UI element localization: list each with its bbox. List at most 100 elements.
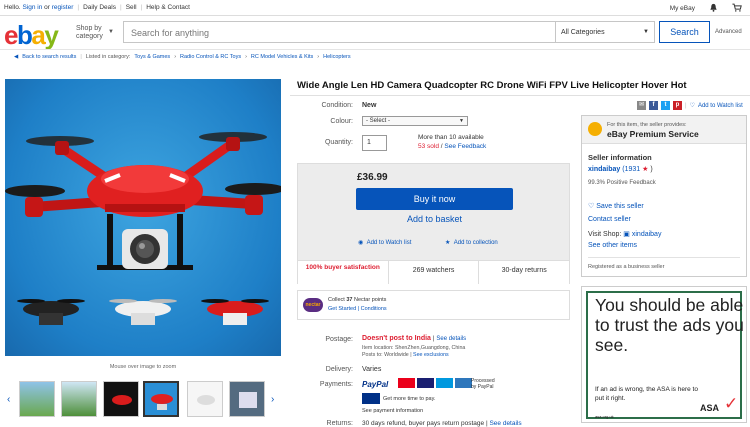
breadcrumb-item[interactable]: Radio Control & RC Toys: [180, 54, 241, 60]
divider: |: [80, 54, 82, 60]
quantity-input[interactable]: 1: [362, 135, 387, 151]
thumbnail[interactable]: [19, 381, 55, 417]
breadcrumb-item[interactable]: RC Model Vehicles & Kits: [251, 54, 313, 60]
add-to-collection-link[interactable]: ★ Add to collection: [445, 239, 498, 246]
availability-text: More than 10 available: [418, 134, 484, 141]
back-arrow-icon[interactable]: ◀: [14, 54, 18, 60]
returns-policy: 30-day returns: [501, 267, 547, 274]
contact-seller-link[interactable]: Contact seller: [588, 216, 631, 223]
save-seller-row[interactable]: ♡ Save this seller: [588, 202, 644, 210]
daily-deals-link[interactable]: Daily Deals: [83, 4, 116, 11]
sign-in-link[interactable]: Sign in: [22, 4, 42, 11]
thumbnail-strip: ‹ ›: [5, 378, 281, 427]
star-icon: ★: [642, 166, 649, 173]
search-input[interactable]: Search for anything: [123, 21, 556, 43]
chevron-right-icon[interactable]: ›: [271, 394, 274, 405]
twitter-icon[interactable]: t: [661, 101, 670, 110]
back-to-search-link[interactable]: Back to search results: [22, 54, 76, 60]
divider: |: [119, 4, 122, 11]
asa-advert[interactable]: You should be able to trust the ads you …: [581, 286, 747, 423]
shop-icon: ▣: [623, 231, 630, 238]
feedback-score[interactable]: 1931: [625, 166, 641, 173]
advanced-search-link[interactable]: Advanced: [715, 29, 742, 35]
item-location: Item location: ShenZhen,Guangdong, China: [362, 345, 466, 351]
facebook-icon[interactable]: f: [649, 101, 658, 110]
paypal-credit-icon: [362, 393, 380, 404]
star-icon: ★: [445, 240, 451, 246]
credit-text: Get more time to pay.: [383, 396, 436, 402]
buyer-satisfaction: 100% buyer satisfaction: [298, 261, 389, 284]
premium-subtitle: For this item, the seller provides:: [607, 122, 687, 128]
ebay-logo[interactable]: ebay: [4, 20, 59, 51]
see-exclusions-link[interactable]: See exclusions: [413, 352, 449, 358]
add-to-watch-list-link[interactable]: ◉ Add to Watch list: [358, 239, 411, 246]
condition-value: New: [362, 102, 377, 109]
cart-icon[interactable]: [732, 3, 742, 14]
buy-it-now-button[interactable]: Buy it now: [356, 188, 513, 210]
posts-to-row: Posts to: Worldwide | See exclusions: [362, 352, 449, 358]
shop-name-link[interactable]: xindaibay: [632, 231, 662, 238]
postage-details-link[interactable]: See details: [436, 336, 466, 342]
maestro-icon: [436, 378, 453, 388]
checkmark-icon: ✓: [724, 394, 739, 413]
thumbnail-selected[interactable]: [143, 381, 179, 417]
bell-icon[interactable]: [709, 3, 718, 14]
thumbnail[interactable]: [187, 381, 223, 417]
heart-icon[interactable]: ♡: [690, 102, 695, 109]
thumbnail[interactable]: [61, 381, 97, 417]
main-product-image[interactable]: [5, 79, 281, 356]
help-contact-link[interactable]: Help & Contact: [146, 4, 190, 11]
seller-info-title: Seller information: [588, 153, 652, 162]
condition-label: Condition:: [321, 102, 353, 109]
listing-title: Wide Angle Len HD Camera Quadcopter RC D…: [297, 80, 687, 91]
breadcrumb-item[interactable]: Toys & Games: [134, 54, 170, 60]
sold-row: 53 sold / See Feedback: [418, 143, 487, 150]
heart-icon: ♡: [588, 203, 595, 210]
pinterest-icon[interactable]: p: [673, 101, 682, 110]
nectar-logo: nectar: [303, 298, 323, 312]
card-logos: [398, 378, 472, 388]
divider: |: [685, 102, 687, 109]
chevron-left-icon[interactable]: ‹: [7, 394, 10, 405]
see-other-items-link[interactable]: See other items: [588, 242, 637, 249]
title-divider: [290, 95, 750, 96]
breadcrumb-item[interactable]: Helicopters: [323, 54, 351, 60]
search-button[interactable]: Search: [659, 21, 710, 43]
add-to-watch-list-label: Add to Watch list: [366, 240, 412, 246]
watch-list-link[interactable]: Add to Watch list: [698, 103, 743, 109]
see-feedback-link[interactable]: See Feedback: [444, 143, 486, 150]
zoom-hint: Mouse over image to zoom: [109, 364, 177, 370]
add-to-basket-button[interactable]: Add to basket: [356, 214, 513, 228]
paypal-logo: PayPal: [362, 380, 389, 389]
header: ebay Shop by category ▼ Search for anyth…: [0, 17, 750, 51]
thumbnail[interactable]: [103, 381, 139, 417]
email-icon[interactable]: ✉: [637, 101, 646, 110]
get-started-link[interactable]: Get Started: [328, 306, 356, 312]
posts-to-text: Posts to: Worldwide: [362, 352, 409, 358]
returns-text: 30 days refund, buyer pays return postag…: [362, 420, 488, 427]
share-bar: ✉ f t p | ♡ Add to Watch list: [637, 101, 743, 110]
payment-info-link[interactable]: See payment information: [362, 408, 423, 414]
ad-body: If an ad is wrong, the ASA is here to pu…: [595, 386, 698, 402]
business-seller-note: Registered as a business seller: [588, 264, 665, 270]
register-link[interactable]: register: [52, 4, 74, 11]
seller-name-link[interactable]: xindaibay: [588, 166, 620, 173]
conditions-link[interactable]: Conditions: [361, 306, 387, 312]
visit-shop-row: Visit Shop: ▣ xindaibay: [588, 230, 661, 238]
ad-frame: You should be able to trust the ads you …: [586, 291, 744, 419]
thumbnail[interactable]: [229, 381, 265, 417]
colour-label: Colour:: [330, 118, 353, 125]
visa-icon: [417, 378, 434, 388]
seller-box: For this item, the seller provides: eBay…: [581, 115, 747, 277]
drone-image: [5, 132, 281, 325]
shop-by-category[interactable]: Shop by category ▼: [76, 25, 114, 41]
colour-select[interactable]: - Select - ▼: [362, 116, 468, 126]
save-seller-link[interactable]: Save this seller: [596, 203, 643, 210]
sell-link[interactable]: Sell: [126, 4, 137, 11]
premium-service-banner: For this item, the seller provides: eBay…: [582, 116, 746, 144]
amex-icon: [455, 378, 472, 388]
see-other-items-label: See other items: [588, 242, 638, 249]
my-ebay-link[interactable]: My eBay: [670, 5, 695, 12]
category-select[interactable]: All Categories ▼: [555, 21, 655, 43]
returns-details-link[interactable]: See details: [489, 420, 521, 427]
